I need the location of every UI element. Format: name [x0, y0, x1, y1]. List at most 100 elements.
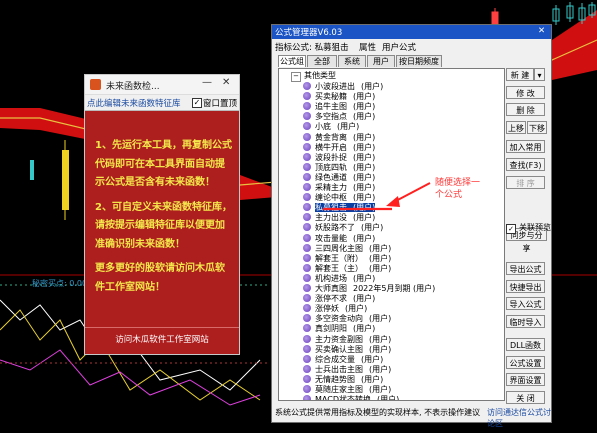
tree-item-tag: (用户)	[353, 142, 376, 152]
tree-item-label: 多空资金动向 (用户)	[315, 314, 391, 323]
tree-item-name: 横牛开启	[315, 142, 347, 152]
sort-button[interactable]: 排 序	[506, 176, 545, 189]
formula-manager-title: 公式管理器V6.03	[275, 28, 343, 38]
find-button[interactable]: 查找(F3)	[506, 158, 545, 171]
tree-item-name: 主力资金副图	[315, 334, 363, 344]
tree-item-label: 大师真图 2022年5月到期 (用户)	[315, 284, 435, 293]
tree-item-tag: (用户)	[345, 304, 368, 314]
formula-icon	[303, 92, 311, 101]
tree-item-tag: (用户)	[369, 314, 392, 324]
tree-item-name: 综合成交量	[315, 354, 355, 364]
temp-import-button[interactable]: 临时导入	[506, 315, 545, 328]
close-icon[interactable]: ✕	[538, 26, 545, 36]
tree-item-label: 真剑阴阳 (用户)	[315, 324, 375, 333]
status-bar: 系统公式提供常用指标及模型的实现样本, 不表示操作建议 访问通达信公式讨论区	[272, 406, 551, 428]
tree-item[interactable]: MACD状态转换 (用户)	[303, 394, 399, 400]
close-icon[interactable]: ✕	[222, 77, 230, 88]
visit-website-link[interactable]: 访问木瓜软件工作室网站	[85, 333, 239, 345]
tree-item-name: 买卖确认主图	[315, 344, 363, 354]
small-window-toolbar: 点此编辑未来函数特征库 ✓ 窗口置顶	[85, 95, 239, 111]
tree-item-name: 私募狙击	[315, 203, 347, 213]
formula-icon	[303, 253, 311, 262]
tree-item-name: 采精主力	[315, 183, 347, 192]
tree-item-name: 多空资金动向	[315, 314, 363, 324]
delete-button[interactable]: 删 除	[506, 103, 545, 116]
tree-item-name: 三四周化主图	[315, 243, 363, 253]
tree-item-tag: (用户)	[361, 374, 384, 384]
tree-item-tag: (用户)	[353, 162, 376, 172]
quick-export-button[interactable]: 快捷导出	[506, 280, 545, 293]
tree-item-tag: (用户)	[353, 294, 376, 304]
tree-item-tag: (用户)	[353, 203, 376, 213]
link-preview-label: 关联预览	[519, 223, 551, 232]
tree-item-name: 追牛主图	[315, 102, 347, 112]
tree-item-name: 攻击量能	[315, 233, 347, 243]
forum-link[interactable]: 访问通达信公式讨论区	[487, 407, 551, 429]
formula-icon	[303, 203, 311, 212]
tab-by-frequency[interactable]: 按日期频度	[396, 55, 442, 67]
tree-item-label: 缠论中枢 (用户)	[315, 193, 375, 202]
tab-all[interactable]: 全部	[307, 55, 337, 67]
new-button[interactable]: 新 建	[506, 68, 534, 81]
formula-icon	[303, 334, 311, 343]
tree-root[interactable]: − 其他类型	[291, 70, 336, 82]
export-formula-button[interactable]: 导出公式	[506, 262, 545, 275]
move-up-button[interactable]: 上移	[506, 121, 526, 134]
tree-item-label: 买卖秘籍 (用户)	[315, 92, 375, 101]
tree-item-name: 无情趋势图	[315, 374, 355, 384]
import-formula-button[interactable]: 导入公式	[506, 297, 545, 310]
dll-function-button[interactable]: DLL函数	[506, 338, 545, 351]
tree-item-label: 横牛开启 (用户)	[315, 143, 375, 152]
tree-item-name: 小波段进出	[315, 82, 355, 91]
tree-item-tag: 2022年5月到期 (用户)	[353, 284, 436, 293]
modify-button[interactable]: 修 改	[506, 86, 545, 99]
tree-item-name: 多空指点	[315, 112, 347, 122]
tree-item-name: 黄金背离	[315, 132, 347, 142]
candles-left	[30, 140, 69, 220]
menu-properties[interactable]: 属性	[359, 41, 376, 53]
instructions-text: 1、先运行本工具，再复制公式代码即可在本工具界面自动提示公式是否含有未来函数！ …	[95, 137, 233, 303]
tree-item-label: 小波段进出 (用户)	[315, 82, 383, 91]
formula-icon	[303, 183, 311, 191]
close-button[interactable]: 关 闭	[506, 391, 545, 404]
formula-tree[interactable]: − 其他类型 小波段进出 (用户) 买卖秘籍 (用户) 追牛主图 (用户) 多空指点 (用户) 小…	[278, 68, 505, 401]
tree-item-label: 涨停妖 (用户)	[315, 304, 367, 313]
tree-item-label: 追牛主图 (用户)	[315, 102, 375, 111]
edit-feature-library-link[interactable]: 点此编辑未来函数特征库	[87, 97, 181, 109]
minimize-icon[interactable]: —	[202, 77, 212, 88]
tree-item-name: 大师真图	[315, 284, 347, 293]
annotation-line-1: 随便选择一	[435, 178, 481, 188]
tree-item-label: 妖股路不了 (用户)	[315, 223, 383, 232]
formula-settings-button[interactable]: 公式设置	[506, 356, 545, 369]
instruction-paragraph-1: 1、先运行本工具，再复制公式代码即可在本工具界面自动提示公式是否含有未来函数！	[95, 140, 232, 188]
ui-settings-button[interactable]: 界面设置	[506, 373, 545, 386]
formula-icon	[303, 142, 311, 151]
topmost-label: 窗口置顶	[203, 99, 238, 109]
tree-item-label: 波段扑捉 (用户)	[315, 153, 375, 162]
menu-user-formula[interactable]: 用户公式	[382, 41, 416, 53]
tab-system[interactable]: 系统	[338, 55, 366, 67]
tab-user[interactable]: 用户	[367, 55, 395, 67]
link-preview-check: ✓	[506, 224, 516, 234]
move-down-button[interactable]: 下移	[527, 121, 547, 134]
tab-formula-group[interactable]: 公式组	[278, 55, 306, 67]
tree-item-tag: (用户)	[353, 324, 376, 334]
formula-icon	[303, 213, 311, 222]
tree-item-label: 采精主力 (用户)	[315, 183, 375, 192]
menu-current-formula[interactable]: 指标公式: 私募狙击	[275, 41, 349, 53]
tree-item-label: 机构进场 (用户)	[315, 274, 375, 283]
formula-icon	[303, 284, 311, 292]
formula-icon	[303, 364, 311, 373]
tree-item-tag: (用户)	[361, 223, 384, 233]
add-to-common-button[interactable]: 加入常用	[506, 140, 545, 153]
tree-item-name: 士兵出击主图	[315, 364, 363, 374]
formula-icon	[303, 162, 311, 171]
formula-icon	[303, 294, 311, 303]
link-preview-checkbox[interactable]: ✓ 关联预览	[506, 222, 551, 234]
tree-item-tag: (用户)	[353, 102, 376, 112]
new-dropdown-button[interactable]: ▾	[534, 68, 545, 81]
topmost-checkbox[interactable]: ✓	[192, 98, 202, 108]
formula-icon	[303, 385, 311, 393]
tree-item-name: 真剑阴阳	[315, 324, 347, 334]
tree-item-label: 顶底四轨 (用户)	[315, 163, 375, 172]
